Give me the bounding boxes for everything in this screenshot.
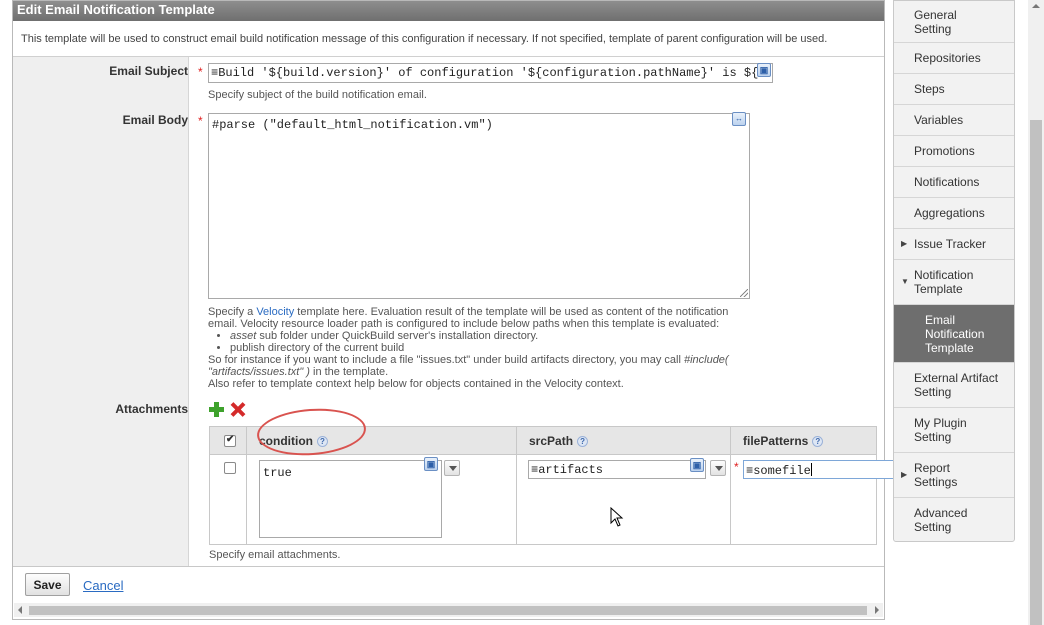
condition-cell: true ▣ [246,454,517,545]
template-help-icon[interactable]: ▣ [424,457,438,471]
email-subject-label: Email Subject [109,64,188,78]
column-header-srcpath: srcPath? [516,426,731,455]
sidebar-item-advanced-setting[interactable]: Advanced Setting [894,498,1014,542]
sidebar-item-general-setting[interactable]: General Setting [894,1,1014,43]
select-all-header [209,426,247,455]
edit-template-dialog: Edit Email Notification Template This te… [12,0,930,620]
scrollbar-thumb[interactable] [29,606,867,615]
sidebar-item-promotions[interactable]: Promotions [894,136,1014,167]
scroll-left-icon[interactable] [18,606,22,614]
table-row: true ▣ ≡artifacts ▣ * ≡somefile ▣ [209,454,930,545]
sidebar-item-variables[interactable]: Variables [894,105,1014,136]
settings-sidebar: General Setting Repositories Steps Varia… [893,0,1015,542]
email-subject-input[interactable]: ≡Build '${build.version}' of configurati… [208,63,773,83]
scroll-right-icon[interactable] [875,606,879,614]
email-body-label: Email Body [122,113,188,127]
template-help-icon[interactable]: ▣ [690,458,704,472]
sidebar-item-issue-tracker[interactable]: ▶ Issue Tracker [894,229,1014,260]
sidebar-item-repositories[interactable]: Repositories [894,43,1014,74]
srcpath-dropdown-button[interactable] [710,460,726,476]
chevron-right-icon: ▶ [901,239,908,248]
dialog-title: Edit Email Notification Template [13,1,884,21]
chevron-down-icon: ▼ [901,277,909,286]
delete-row-icon[interactable] [230,402,245,417]
required-marker: * [734,460,739,474]
required-marker: * [198,114,203,128]
horizontal-scrollbar[interactable] [14,603,883,617]
help-icon[interactable]: ? [812,435,824,447]
mouse-cursor-icon [610,507,624,527]
attachments-help-text: Specify email attachments. [209,549,341,561]
column-header-filepatterns: filePatterns? [730,426,877,455]
save-button[interactable]: Save [25,573,70,596]
help-icon[interactable]: ? [577,435,589,447]
condition-dropdown-button[interactable] [444,460,460,476]
select-all-checkbox[interactable] [224,434,236,447]
sidebar-item-notification-template[interactable]: ▼ Notification Template [894,260,1014,305]
list-item: publish directory of the current build [230,342,748,354]
email-body-text: #parse ("default_html_notification.vm") [212,118,493,132]
resize-grip-icon[interactable] [740,289,748,297]
add-row-icon[interactable] [209,402,224,417]
attachments-label: Attachments [115,402,188,416]
row-checkbox[interactable] [224,462,236,474]
sidebar-item-email-notification-template[interactable]: Email Notification Template [894,305,1014,363]
scroll-up-icon[interactable] [1032,4,1040,8]
template-help-icon[interactable]: ▣ [757,63,771,77]
required-marker: * [198,65,203,79]
vertical-scrollbar[interactable] [1028,0,1044,625]
label-column: Email Subject Email Body Attachments [13,57,189,567]
text-caret [810,463,812,476]
scrollbar-thumb[interactable] [1030,120,1042,625]
srcpath-cell: ≡artifacts ▣ [516,454,731,545]
sidebar-item-steps[interactable]: Steps [894,74,1014,105]
cancel-link[interactable]: Cancel [83,578,123,593]
subject-help-text: Specify subject of the build notificatio… [208,89,427,101]
condition-textarea[interactable]: true [259,460,442,538]
chevron-right-icon: ▶ [901,470,908,479]
sidebar-item-aggregations[interactable]: Aggregations [894,198,1014,229]
velocity-help-text: Specify a Velocity template here. Evalua… [208,306,748,390]
filepatterns-cell: * ≡somefile ▣ [730,454,930,545]
velocity-link[interactable]: Velocity [256,306,294,318]
list-item: asset sub folder under QuickBuild server… [230,330,748,342]
expand-editor-icon[interactable]: ↔ [732,112,746,126]
row-select-cell [209,454,247,545]
dialog-description: This template will be used to construct … [21,33,828,45]
sidebar-item-report-settings[interactable]: ▶ Report Settings [894,453,1014,498]
srcpath-input[interactable]: ≡artifacts [528,460,706,479]
sidebar-item-notifications[interactable]: Notifications [894,167,1014,198]
email-body-textarea[interactable]: #parse ("default_html_notification.vm") [208,113,750,299]
sidebar-item-my-plugin-setting[interactable]: My Plugin Setting [894,408,1014,453]
sidebar-item-external-artifact-setting[interactable]: External Artifact Setting [894,363,1014,408]
divider [13,566,884,567]
